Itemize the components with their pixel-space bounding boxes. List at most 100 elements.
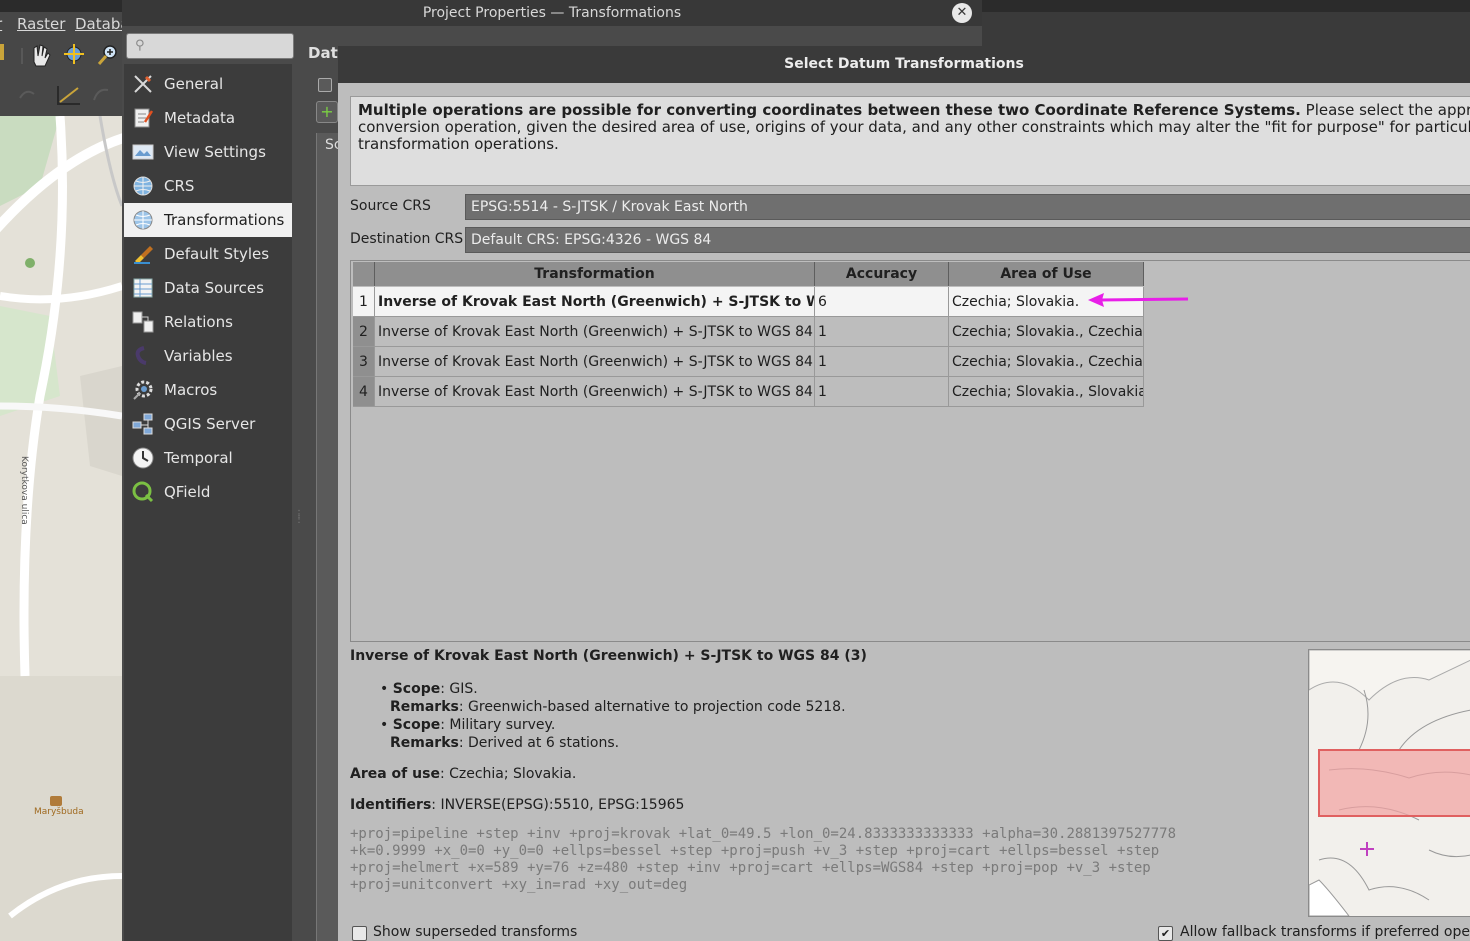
splitter-handle[interactable]: ⋮ ⋮ [294,510,304,525]
default-styles-icon [134,246,153,264]
cell-transformation: Inverse of Krovak East North (Greenwich)… [375,347,815,377]
list-item: Remarks: Greenwich-based alternative to … [380,698,846,716]
transformations-globe-icon [133,210,153,230]
sidebar-item-temporal[interactable]: Temporal [124,441,292,475]
qgis-server-icon [132,413,153,435]
scope-label: Scope [392,717,441,733]
info-text: Multiple operations are possible for con… [358,102,1470,153]
secondary-toolbar [0,76,124,116]
sidebar-item-data-sources[interactable]: Data Sources [124,271,292,305]
measure-line-icon [59,87,79,103]
sidebar-item-label: Default Styles [164,245,270,263]
cell-area: Czechia; Slovakia., Slovakia. [949,377,1144,407]
sidebar-item-label: CRS [164,177,195,195]
sidebar-item-label: QField [164,483,211,501]
sidebar-item-label: Variables [164,347,233,365]
sidebar-item-relations[interactable]: Relations [124,305,292,339]
sidebar-item-qfield[interactable]: QField [124,475,292,509]
map-features: Maryšbuda Korytkova ulica [0,116,122,941]
area-of-use: Area of use: Czechia; Slovakia. [350,766,576,782]
pan-hand-icon[interactable] [33,44,51,67]
info-bold: Multiple operations are possible for con… [358,102,1301,119]
info-line-1-rest: Please select the appr [1300,102,1470,119]
details-title: Inverse of Krovak East North (Greenwich)… [350,648,867,664]
search-input[interactable]: ⚲ [126,33,294,59]
sidebar-item-transformations[interactable]: Transformations [124,203,292,237]
area-of-use-extent [1318,749,1470,817]
identifiers-label: Identifiers [350,797,432,813]
scope-list: • Scope: GIS. Remarks: Greenwich-based a… [380,680,846,752]
column-header-transformation[interactable]: Transformation [375,262,815,286]
transform-list-panel[interactable]: Sc [316,133,342,941]
toolbar2-icons [19,86,109,105]
row-index: 4 [353,377,375,407]
menu-item-raster[interactable]: Raster [17,15,65,33]
sidebar-item-label: QGIS Server [164,415,256,433]
sidebar-item-metadata[interactable]: Metadata [124,101,292,135]
close-icon[interactable]: ✕ [952,3,972,23]
cell-transformation: Inverse of Krovak East North (Greenwich)… [375,317,815,347]
sidebar-item-default-styles[interactable]: Default Styles [124,237,292,271]
main-menubar: r Raster Databa [0,12,130,36]
crs-globe-icon [133,176,153,196]
redo-icon[interactable] [19,90,35,99]
extent-map [1308,649,1470,917]
cell-transformation: Inverse of Krovak East North (Greenwich)… [375,287,815,317]
allow-fallback-label: Allow fallback transforms if preferred o… [1180,924,1470,940]
sidebar-item-crs[interactable]: CRS [124,169,292,203]
clock-icon [132,447,154,469]
sidebar-item-variables[interactable]: Variables [124,339,292,373]
cell-transformation: Inverse of Krovak East North (Greenwich)… [375,377,815,407]
zoom-in-icon[interactable] [97,45,117,65]
proj-line: +k=0.9999 +x_0=0 +y_0=0 +ellps=bessel +s… [350,843,1160,859]
cafe-icon[interactable] [50,796,62,806]
source-crs-field[interactable]: EPSG:5514 - S-JTSK / Krovak East North [465,194,1470,220]
remarks-value: : Derived at 6 stations. [458,735,620,751]
area-value: : Czechia; Slovakia. [439,766,577,782]
building-block [80,366,122,476]
cell-accuracy: 1 [815,347,949,377]
menu-item-plugins[interactable]: r [0,15,2,33]
poi-label: Maryšbuda [34,806,84,817]
plus-icon: + [320,102,334,121]
sidebar-item-view-settings[interactable]: View Settings [124,135,292,169]
show-superseded-label: Show superseded transforms [373,924,578,940]
toolbar-edge-icon[interactable] [0,44,4,60]
show-superseded-checkbox[interactable] [352,926,367,941]
cell-accuracy: 6 [815,287,949,317]
center-crosshair-icon [1360,842,1374,856]
relations-icon [132,311,154,333]
allow-fallback-checkbox[interactable]: ✔ [1158,926,1173,941]
qfield-icon [132,481,154,503]
path [98,116,122,207]
column-header-area[interactable]: Area of Use [949,262,1144,286]
macros-icon [133,380,153,400]
destination-crs-field[interactable]: Default CRS: EPSG:4326 - WGS 84 [465,227,1470,253]
sidebar-item-qgis-server[interactable]: QGIS Server [124,407,292,441]
annotation-arrow-icon [1088,293,1189,307]
sidebar-item-general[interactable]: General [124,67,292,101]
scope-value: : GIS. [440,681,478,697]
identify-icon[interactable] [93,88,109,101]
remarks-label: Remarks [390,735,459,751]
add-transform-button[interactable]: + [316,101,338,123]
list-item: • Scope: Military survey. [380,717,556,733]
proj-pipeline-text: +proj=pipeline +step +inv +proj=krovak +… [350,826,1176,894]
general-icon [134,75,152,93]
transformations-table[interactable]: Transformation Accuracy (meters) Area of… [350,260,1470,642]
sidebar-item-macros[interactable]: Macros [124,373,292,407]
sidebar-item-label: Transformations [164,211,285,229]
scope-value: : Military survey. [440,717,556,733]
pan-to-selection-icon[interactable] [64,44,84,64]
sidebar-item-label: Relations [164,313,233,331]
scope-label: Scope [392,681,441,697]
metadata-icon [134,108,154,128]
map-canvas[interactable]: Maryšbuda Korytkova ulica [0,116,122,941]
cell-accuracy: 1 [815,317,949,347]
proj-line: +proj=unitconvert +xy_in=rad +xy_out=deg [350,877,688,893]
sidebar-item-label: Data Sources [164,279,264,297]
tree-icon [25,258,35,268]
ask-transform-checkbox[interactable] [318,78,332,92]
column-header-accuracy[interactable]: Accuracy (meters) [815,262,949,306]
sidebar-item-label: Macros [164,381,218,399]
